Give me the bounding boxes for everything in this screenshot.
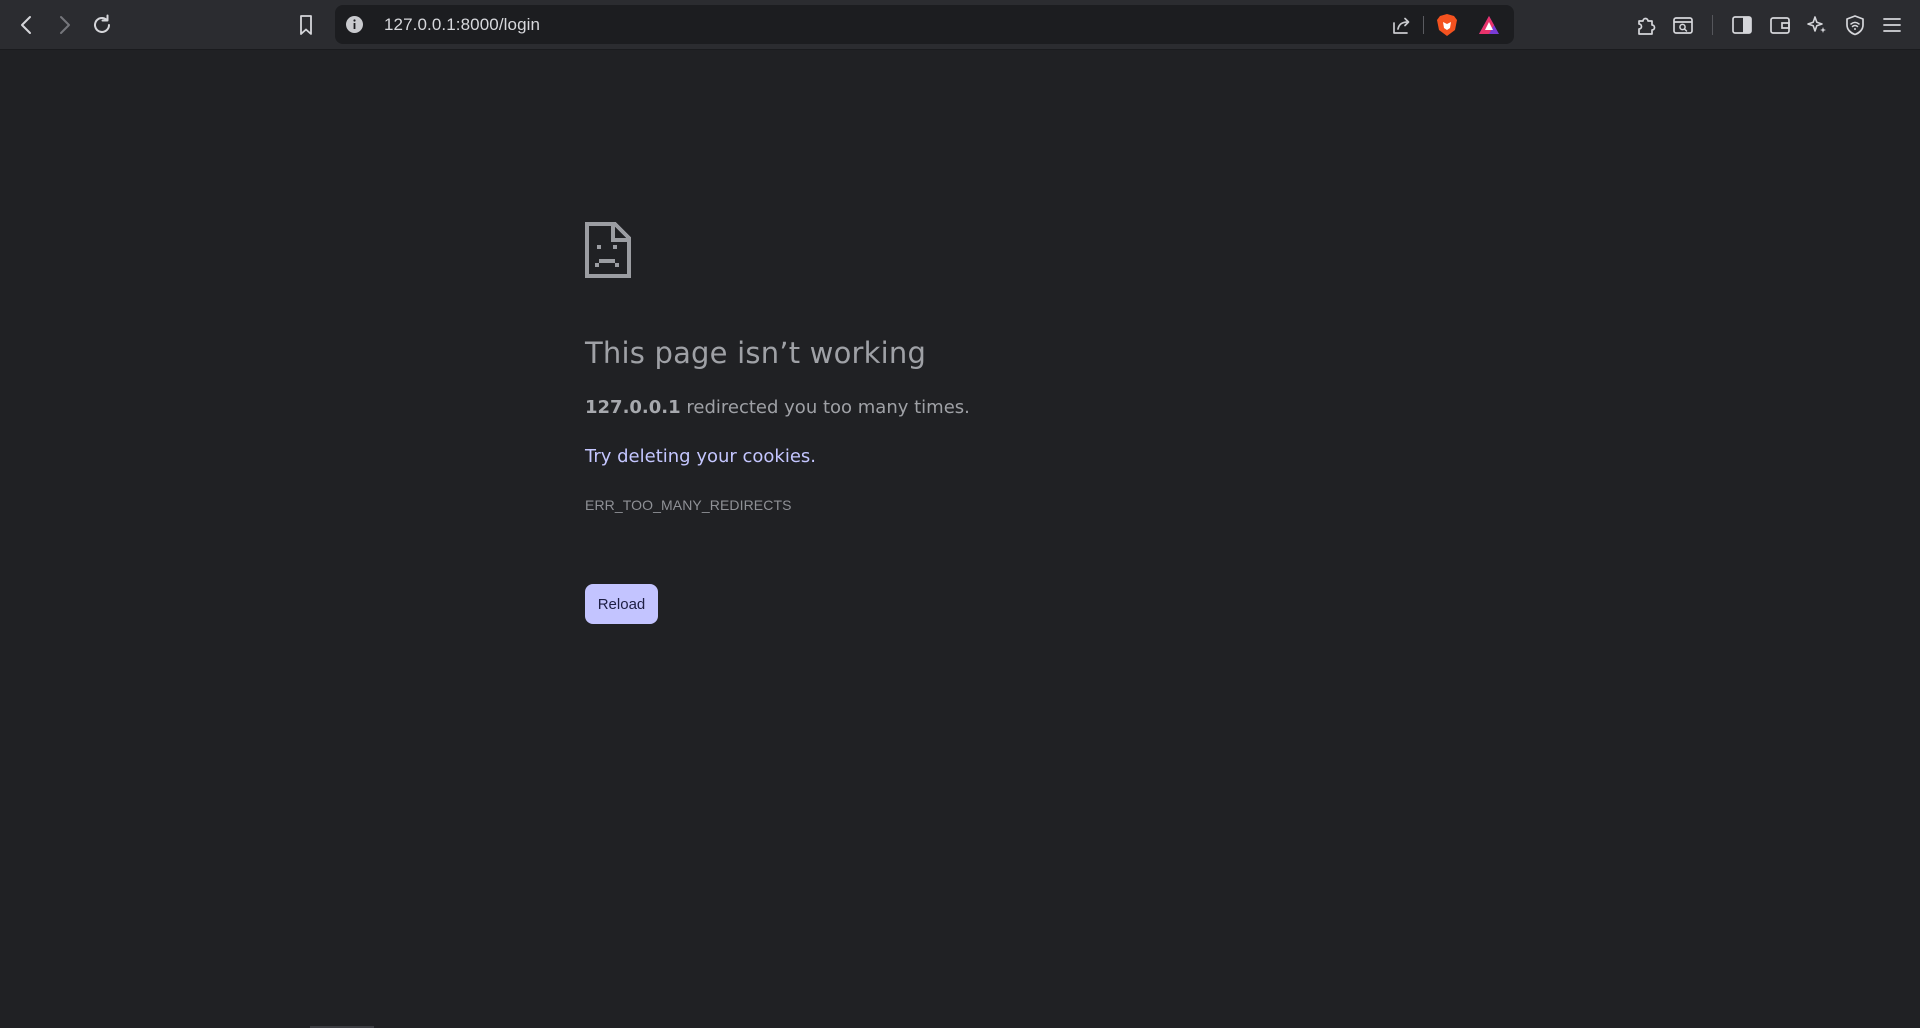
back-button[interactable] [11, 9, 43, 41]
error-host: 127.0.0.1 [585, 397, 681, 418]
search-window-icon [1672, 14, 1694, 36]
error-code: ERR_TOO_MANY_REDIRECTS [585, 497, 792, 513]
triangle-rewards-icon[interactable] [1476, 12, 1502, 38]
bookmark-button[interactable] [290, 9, 322, 41]
error-description-text: redirected you too many times. [680, 397, 970, 418]
toolbar-separator [1712, 15, 1713, 35]
hamburger-icon [1881, 14, 1903, 36]
main-menu-button[interactable] [1876, 9, 1908, 41]
error-title: This page isn’t working [585, 336, 927, 370]
extensions-button[interactable] [1630, 9, 1662, 41]
sad-page-icon [585, 222, 631, 278]
address-bar[interactable]: 127.0.0.1:8000/login [335, 5, 1514, 44]
wallet-icon [1769, 14, 1791, 36]
sidebar-button[interactable] [1726, 9, 1758, 41]
bookmark-icon [296, 14, 316, 36]
shield-icon [1844, 14, 1866, 36]
sparkle-icon [1806, 14, 1828, 36]
info-icon[interactable] [345, 15, 364, 34]
wallet-button[interactable] [1764, 9, 1796, 41]
brave-lion-icon[interactable] [1434, 12, 1460, 38]
forward-button[interactable] [48, 9, 80, 41]
error-description: 127.0.0.1 redirected you too many times. [585, 397, 970, 418]
url-text[interactable]: 127.0.0.1:8000/login [384, 15, 540, 34]
arrow-left-icon [16, 14, 38, 36]
vpn-button[interactable] [1839, 9, 1871, 41]
delete-cookies-suggestion[interactable]: Try deleting your cookies. [585, 446, 816, 467]
share-icon[interactable] [1388, 12, 1414, 38]
arrow-right-icon [53, 14, 75, 36]
reload-icon [90, 13, 114, 37]
tab-search-button[interactable] [1667, 9, 1699, 41]
sidebar-icon [1731, 14, 1753, 36]
leo-ai-button[interactable] [1801, 9, 1833, 41]
omnibox-separator [1423, 16, 1424, 34]
puzzle-icon [1635, 14, 1657, 36]
reload-button[interactable]: Reload [585, 584, 658, 624]
reload-toolbar-button[interactable] [86, 9, 118, 41]
browser-toolbar: 127.0.0.1:8000/login [0, 0, 1920, 50]
